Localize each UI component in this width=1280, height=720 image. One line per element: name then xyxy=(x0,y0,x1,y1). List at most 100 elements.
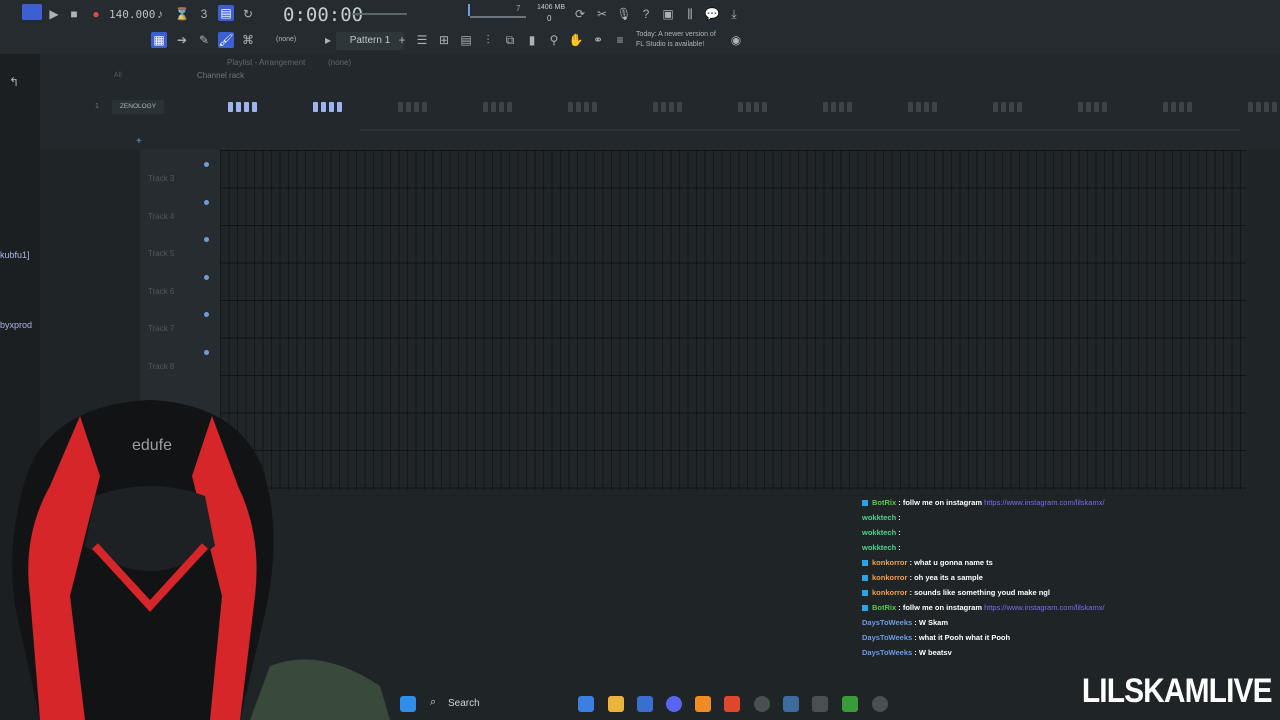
browser-back-icon[interactable]: ↰ xyxy=(6,74,22,90)
plus-icon[interactable]: + xyxy=(394,32,410,48)
4k-app-icon[interactable] xyxy=(872,696,888,712)
step-button[interactable] xyxy=(1094,102,1099,112)
brave-icon[interactable] xyxy=(724,696,740,712)
track-mute-dot[interactable] xyxy=(204,349,209,355)
track-mute-dot[interactable] xyxy=(204,199,209,205)
step-button[interactable] xyxy=(746,102,751,112)
track-mute-dot[interactable] xyxy=(204,237,209,242)
channel-scrollbar[interactable] xyxy=(360,129,1240,131)
chat-link[interactable]: https://www.instagram.com/lilskamx/ xyxy=(984,498,1104,507)
pattern-arrow-icon[interactable]: ▸ xyxy=(320,32,336,48)
snap-select[interactable]: (none) xyxy=(276,36,296,43)
cut-icon[interactable]: ✂ xyxy=(594,6,610,22)
track-label[interactable]: Track 3 xyxy=(148,174,174,183)
step-button[interactable] xyxy=(993,102,998,112)
pencil-icon[interactable]: ✎ xyxy=(196,32,212,48)
mic-icon[interactable]: 🎙 xyxy=(616,6,632,22)
step-button[interactable] xyxy=(398,102,403,112)
channel-filter-all[interactable]: All xyxy=(114,72,122,79)
chat-icon[interactable]: 💬 xyxy=(704,6,720,22)
windows-start-icon[interactable] xyxy=(400,696,416,712)
steam-icon[interactable] xyxy=(783,696,799,712)
paint-icon[interactable]: 🖌 xyxy=(218,32,234,48)
step-button[interactable] xyxy=(1102,102,1107,112)
track-label[interactable]: Track 5 xyxy=(148,249,174,258)
master-pitch-slider[interactable] xyxy=(468,4,470,16)
discord-icon[interactable] xyxy=(666,696,682,712)
chrome-icon[interactable] xyxy=(754,696,770,712)
step-button[interactable] xyxy=(1171,102,1176,112)
step-button[interactable] xyxy=(738,102,743,112)
step-button[interactable] xyxy=(1264,102,1269,112)
view-plugin-icon[interactable]: ▮ xyxy=(524,32,540,48)
refresh-icon[interactable]: ⟳ xyxy=(572,6,588,22)
track-label[interactable]: Track 6 xyxy=(148,287,174,296)
app-icon[interactable] xyxy=(812,696,828,712)
step-button[interactable] xyxy=(823,102,828,112)
step-button[interactable] xyxy=(321,102,326,112)
step-button[interactable] xyxy=(483,102,488,112)
metronome-icon[interactable]: ♪ xyxy=(152,6,168,22)
step-button[interactable] xyxy=(244,102,249,112)
step-button[interactable] xyxy=(1248,102,1253,112)
step-button[interactable] xyxy=(669,102,674,112)
view-pianoroll-icon[interactable]: ⊞ xyxy=(436,32,452,48)
step-button[interactable] xyxy=(252,102,257,112)
step-button[interactable] xyxy=(584,102,589,112)
file-explorer-icon[interactable] xyxy=(608,696,624,712)
news-line-2[interactable]: FL Studio is available! xyxy=(636,41,704,48)
track-mute-dot[interactable] xyxy=(204,274,209,280)
step-button[interactable] xyxy=(1187,102,1192,112)
step-button[interactable] xyxy=(1001,102,1006,112)
step-button[interactable] xyxy=(653,102,658,112)
mixer-icon[interactable]: ⫼ xyxy=(682,6,698,22)
step-button[interactable] xyxy=(329,102,334,112)
play-icon[interactable]: ▶ xyxy=(46,6,62,22)
chat-link[interactable]: https://www.instagram.com/lilskamx/ xyxy=(984,603,1104,612)
taskbar-search[interactable]: ⌕ Search xyxy=(426,695,566,713)
loop-record-icon[interactable]: ↻ xyxy=(240,6,256,22)
channel-name-button[interactable]: ZENOLOGY xyxy=(112,100,164,114)
step-button[interactable] xyxy=(1163,102,1168,112)
step-button[interactable] xyxy=(847,102,852,112)
step-button[interactable] xyxy=(1256,102,1261,112)
step-button[interactable] xyxy=(313,102,318,112)
step-button[interactable] xyxy=(499,102,504,112)
countdown-icon[interactable]: 3 xyxy=(196,6,212,22)
step-button[interactable] xyxy=(236,102,241,112)
step-button[interactable] xyxy=(414,102,419,112)
add-channel-button[interactable]: + xyxy=(136,136,142,147)
download-icon[interactable]: ⤓ xyxy=(726,6,742,22)
channel-number[interactable]: 1 xyxy=(95,103,99,110)
step-button[interactable] xyxy=(762,102,767,112)
step-button[interactable] xyxy=(754,102,759,112)
step-button[interactable] xyxy=(592,102,597,112)
step-button[interactable] xyxy=(839,102,844,112)
stop-icon[interactable]: ■ xyxy=(66,6,82,22)
step-button[interactable] xyxy=(1086,102,1091,112)
step-button[interactable] xyxy=(422,102,427,112)
step-button[interactable] xyxy=(1017,102,1022,112)
record-icon[interactable]: ● xyxy=(88,6,104,22)
view-browser-icon[interactable]: ⧉ xyxy=(502,32,518,48)
pattern-song-toggle[interactable] xyxy=(22,4,42,20)
step-button[interactable] xyxy=(1009,102,1014,112)
step-button[interactable] xyxy=(1078,102,1083,112)
track-label[interactable]: Track 7 xyxy=(148,324,174,333)
store-icon[interactable] xyxy=(637,696,653,712)
save-icon[interactable]: ▣ xyxy=(660,6,676,22)
step-button[interactable] xyxy=(831,102,836,112)
playlist-icon[interactable]: ▦ xyxy=(151,32,167,48)
track-mute-dot[interactable] xyxy=(204,162,209,167)
stamp-icon[interactable]: ⌘ xyxy=(240,32,256,48)
fl-studio-icon[interactable] xyxy=(695,696,711,712)
view-list-icon[interactable]: ≡ xyxy=(612,32,628,48)
track-label[interactable]: Track 4 xyxy=(148,212,174,221)
step-button[interactable] xyxy=(1272,102,1277,112)
step-button[interactable] xyxy=(568,102,573,112)
step-button[interactable] xyxy=(677,102,682,112)
step-button[interactable] xyxy=(924,102,929,112)
tempo-display[interactable]: 140.000 xyxy=(109,8,155,21)
track-mute-dot[interactable] xyxy=(204,312,209,317)
step-button[interactable] xyxy=(507,102,512,112)
